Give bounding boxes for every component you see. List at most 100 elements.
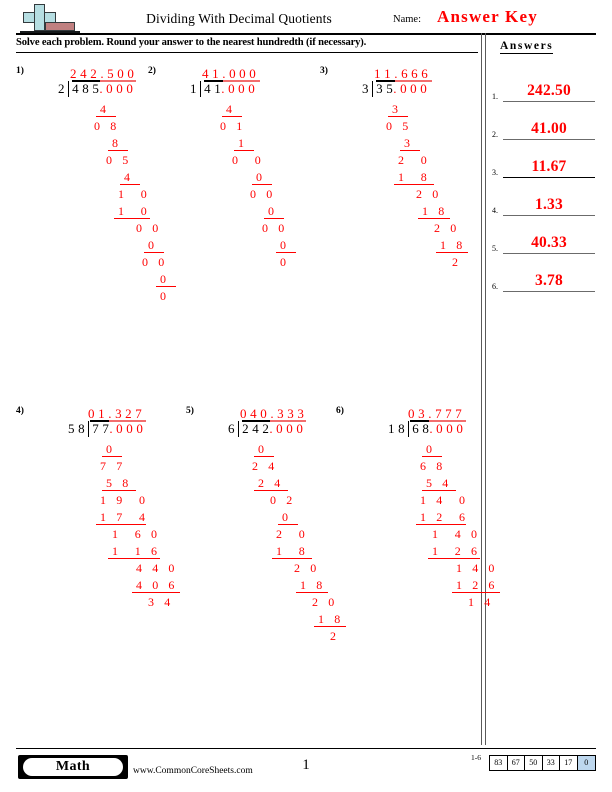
work-underline (452, 592, 500, 594)
dividend-bracket: 2 4 2. 0 0 0 (238, 421, 303, 437)
work-row: 0 0 (262, 221, 285, 235)
answer-panel-divider-outer (481, 33, 483, 745)
work-row: 1 0 (118, 204, 148, 218)
quotient-decimal: . 5 0 0 (100, 66, 135, 81)
vinculum-black (72, 80, 100, 82)
quotient-row: 0 3 . 7 7 7 (388, 406, 463, 421)
work-row: 2 4 (258, 476, 281, 490)
dividend-whole: 4 8 5 (72, 81, 100, 96)
work-row: 0 (280, 238, 287, 252)
answer-value: 3.78 (535, 272, 563, 289)
quotient-whole: 4 1 (202, 66, 223, 81)
quotient-row: 2 4 2 . 5 0 0 (58, 66, 134, 81)
work-row: 3 (392, 102, 399, 116)
score-range-label: 1-6 (471, 753, 481, 762)
dividend-whole: 4 1 (204, 81, 222, 96)
answer-blank-line (503, 176, 595, 178)
dividend-decimal-zeros: . 0 0 0 (429, 421, 464, 436)
work-row: 0 (160, 272, 167, 286)
problem-number: 5) (186, 406, 194, 416)
quotient-row: 0 4 0 . 3 3 3 (228, 406, 304, 421)
dividend-whole: 2 4 2 (242, 421, 270, 436)
score-cell: 67 (508, 756, 525, 770)
work-underline (114, 218, 150, 220)
work-row: 5 4 (426, 476, 449, 490)
divisor: 1 (190, 81, 201, 96)
answer-index: 3. (492, 168, 498, 177)
work-row: 1 0 (118, 187, 148, 201)
answer-index: 4. (492, 206, 498, 215)
long-division-stack: 0 1 . 3 2 75 8 7 7. 0 0 007 75 81 9 01 7… (68, 406, 180, 609)
instructions-divider (16, 52, 478, 54)
work-underline (388, 116, 408, 118)
dividend-whole: 6 8 (412, 421, 430, 436)
answer-row: 3. 11.67 (492, 148, 596, 178)
work-underline (96, 116, 116, 118)
page-header: Dividing With Decimal Quotients Name: An… (0, 0, 612, 35)
score-cell: 0 (577, 756, 595, 770)
vinculum-black (242, 420, 270, 422)
work-row: 2 0 (312, 595, 335, 609)
dividend-bracket: 4 8 5. 0 0 0 (68, 81, 133, 97)
work-row: 0 2 (270, 493, 293, 507)
work-row: 1 2 6 (420, 510, 466, 524)
quotient-row: 0 1 . 3 2 7 (68, 406, 143, 421)
work-underline (252, 184, 272, 186)
answer-value: 41.00 (531, 120, 567, 137)
work-row: 1 8 (422, 204, 445, 218)
dividend-row: 5 8 7 7. 0 0 0 (68, 421, 143, 438)
work-row: 4 4 0 (136, 561, 176, 575)
instructions-text: Solve each problem. Round your answer to… (16, 37, 367, 48)
work-row: 8 (112, 136, 119, 150)
work-row: 0 (280, 255, 287, 269)
answer-blank-line (503, 138, 595, 140)
work-underline (314, 626, 346, 628)
vinculum-red (429, 420, 466, 422)
problem-number: 1) (16, 66, 24, 76)
divisor: 3 (362, 81, 373, 96)
work-underline (96, 524, 146, 526)
answer-blank-line (503, 290, 595, 292)
header-divider (16, 33, 596, 35)
work-row: 0 5 (386, 119, 409, 133)
work-underline (416, 524, 466, 526)
answer-value: 40.33 (531, 234, 567, 251)
answer-blank-line (503, 214, 595, 216)
answer-row: 2. 41.00 (492, 110, 596, 140)
answer-panel-divider-inner (485, 33, 487, 745)
dividend-decimal-zeros: . 0 0 0 (99, 81, 134, 96)
work-underline (156, 286, 176, 288)
work-row: 2 0 (416, 187, 439, 201)
work-row: 4 (124, 170, 131, 184)
answers-heading: Answers (500, 40, 554, 54)
divisor: 6 (228, 421, 239, 436)
dividend-whole: 3 5 (376, 81, 394, 96)
work-row: 0 1 (220, 119, 243, 133)
dividend-whole: 7 7 (92, 421, 110, 436)
work-underline (264, 218, 284, 220)
vinculum-red (269, 420, 307, 422)
work-row: 1 (238, 136, 245, 150)
work-row: 3 4 (148, 595, 171, 609)
score-cell: 83 (490, 756, 508, 770)
work-underline (132, 592, 180, 594)
work-row: 1 7 4 (100, 510, 146, 524)
answer-value: 1.33 (535, 196, 563, 213)
long-division-stack: 1 1 . 6 6 63 3 5. 0 0 030 532 01 82 01 8… (362, 66, 468, 269)
work-underline (108, 150, 128, 152)
work-underline (400, 150, 420, 152)
score-cell: 33 (543, 756, 560, 770)
work-underline (254, 490, 288, 492)
work-row: 0 0 (250, 187, 273, 201)
work-row: 1 4 (468, 595, 491, 609)
work-underline (102, 490, 136, 492)
dividend-bracket: 4 1. 0 0 0 (200, 81, 255, 97)
work-underline (296, 592, 328, 594)
work-row: 4 0 6 (136, 578, 176, 592)
dividend-row: 1 8 6 8. 0 0 0 (388, 421, 463, 438)
dividend-decimal-zeros: . 0 0 0 (269, 421, 304, 436)
vinculum-black (204, 80, 224, 82)
work-underline (102, 456, 122, 458)
answer-blank-line (503, 252, 595, 254)
long-division-stack: 0 4 0 . 3 3 36 2 4 2. 0 0 002 42 40 202 … (228, 406, 346, 643)
